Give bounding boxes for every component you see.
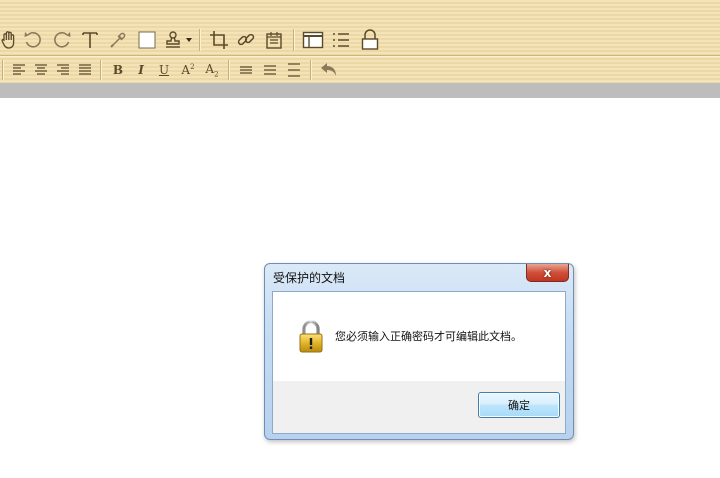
align-left-button[interactable]	[8, 58, 30, 82]
crop-icon	[210, 31, 228, 49]
padlock-icon	[299, 320, 323, 353]
paragraph-spacing-icon	[264, 65, 276, 75]
indent-button[interactable]	[282, 58, 306, 82]
paragraph-spacing-button[interactable]	[258, 58, 282, 82]
dialog-message: 您必须输入正确密码才可编辑此文档。	[335, 330, 522, 343]
dialog-content: 您必须输入正确密码才可编辑此文档。 确定	[272, 291, 566, 434]
link-tool-button[interactable]	[232, 28, 260, 52]
hand-icon	[1, 31, 15, 49]
subscript-icon: A2	[205, 61, 219, 79]
line-spacing-button[interactable]	[234, 58, 258, 82]
list-icon	[333, 33, 349, 47]
toolbar-separator	[310, 60, 312, 80]
text-tool-icon	[82, 32, 98, 48]
link-icon	[237, 33, 255, 46]
toolbar-separator	[228, 60, 230, 80]
align-right-button[interactable]	[52, 58, 74, 82]
italic-icon: I	[138, 63, 144, 77]
subscript-button[interactable]: A2	[200, 58, 224, 82]
rotate-left-icon	[24, 31, 41, 48]
dialog-title: 受保护的文档	[273, 271, 346, 285]
underline-button[interactable]: U	[152, 58, 176, 82]
toolbar-row-format: B I U A2 A2	[0, 57, 342, 83]
superscript-icon: A2	[181, 63, 195, 77]
protected-document-dialog: 受保护的文档 x 您必须输入正确密码才可编辑此文档。 确定	[264, 263, 574, 440]
toolbar-separator	[199, 29, 201, 51]
dialog-close-button[interactable]: x	[526, 264, 569, 282]
eyedropper-icon	[110, 32, 126, 48]
line-spacing-icon	[240, 66, 252, 74]
lock-icon	[361, 29, 379, 50]
align-center-icon	[35, 64, 47, 75]
stamp-icon	[166, 31, 180, 48]
calendar-tool-button[interactable]	[260, 28, 288, 52]
ok-button[interactable]: 确定	[478, 392, 560, 418]
close-icon: x	[543, 265, 552, 280]
crop-tool-button[interactable]	[206, 28, 232, 52]
toolbar-row-tools	[0, 27, 384, 53]
italic-button[interactable]: I	[130, 58, 152, 82]
undo-button[interactable]	[316, 58, 342, 82]
text-tool-button[interactable]	[76, 28, 104, 52]
align-justify-button[interactable]	[74, 58, 96, 82]
align-justify-icon	[79, 64, 91, 75]
bold-icon: B	[112, 63, 124, 77]
toolbar-separator	[100, 60, 102, 80]
stamp-dropdown-button[interactable]	[184, 28, 194, 52]
eyedropper-button[interactable]	[104, 28, 132, 52]
chevron-down-icon	[186, 38, 192, 42]
stamp-tool-button[interactable]	[162, 28, 184, 52]
rotate-right-button[interactable]	[48, 28, 76, 52]
align-left-icon	[13, 64, 25, 75]
rectangle-tool-button[interactable]	[132, 28, 162, 52]
toolbar: B I U A2 A2	[0, 0, 720, 84]
undo-icon	[321, 63, 336, 76]
superscript-button[interactable]: A2	[176, 58, 200, 82]
underline-icon: U	[158, 63, 170, 77]
layout-button[interactable]	[300, 28, 326, 52]
toolbar-separator	[2, 60, 4, 80]
rotate-right-icon	[54, 31, 71, 48]
dialog-message-area: 您必须输入正确密码才可编辑此文档。	[273, 292, 565, 381]
align-center-button[interactable]	[30, 58, 52, 82]
rectangle-icon	[138, 31, 156, 49]
bold-button[interactable]: B	[106, 58, 130, 82]
toolbar-separator	[293, 29, 295, 51]
layout-icon	[302, 31, 324, 49]
calendar-icon	[266, 32, 282, 49]
indent-icon	[288, 63, 300, 77]
rotate-left-button[interactable]	[18, 28, 48, 52]
document-top-strip	[0, 83, 720, 98]
align-right-icon	[57, 64, 69, 75]
dialog-button-area: 确定	[273, 381, 565, 433]
list-button[interactable]	[326, 28, 356, 52]
hand-tool-button[interactable]	[0, 28, 18, 52]
lock-button[interactable]	[356, 28, 384, 52]
